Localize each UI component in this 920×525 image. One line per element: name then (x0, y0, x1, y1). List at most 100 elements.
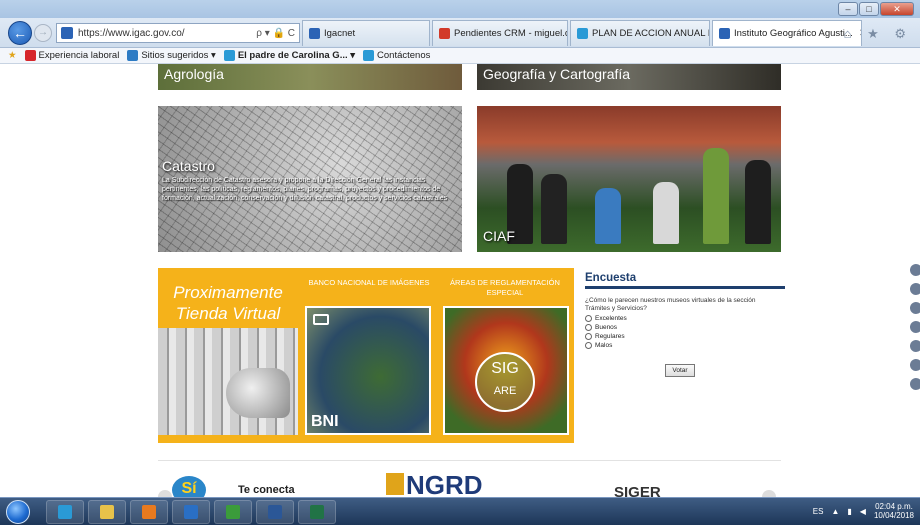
hand-image (226, 368, 290, 418)
carousel-prev-icon[interactable] (158, 490, 172, 497)
tab-igacnet[interactable]: Igacnet (302, 20, 430, 46)
tienda-virtual-promo[interactable]: Proximamente Tienda Virtual (158, 268, 298, 443)
tab-favicon-icon (439, 28, 450, 39)
poll-widget: Encuesta ¿Cómo le parecen nuestros museo… (585, 272, 785, 377)
clock-time: 02:04 p.m. (875, 502, 913, 511)
favorites-star-icon[interactable]: ★ (8, 50, 17, 61)
sig-are-logo: SIG ARE (475, 352, 535, 412)
ngrd-logo[interactable]: NGRD (386, 470, 483, 497)
page-content: Agrología Geografía y Cartografía Catast… (0, 64, 920, 497)
tab-favicon-icon (309, 28, 320, 39)
are-text: ARE (493, 385, 517, 397)
poll-option[interactable]: Malos (585, 342, 785, 349)
taskbar-file-explorer[interactable] (88, 500, 126, 524)
poll-option-label: Malos (595, 342, 613, 349)
bni-label: BNI (311, 413, 339, 430)
taskbar-excel[interactable] (298, 500, 336, 524)
tab-instituto-geografico[interactable]: Instituto Geográfico Agusti... ✕ (712, 20, 862, 46)
folder-icon (100, 505, 114, 519)
radio-button[interactable] (585, 324, 592, 331)
tab-favicon-icon (577, 28, 588, 39)
maximize-button[interactable]: □ (859, 2, 879, 16)
poll-option-label: Excelentes (595, 315, 627, 322)
si-logo[interactable]: Sí (172, 476, 206, 497)
favorite-icon (24, 50, 36, 61)
radio-button[interactable] (585, 333, 592, 340)
tray-arrow-icon[interactable]: ▲ (831, 507, 839, 516)
ciaf-tile[interactable]: CIAF (477, 106, 781, 252)
favorite-icon (363, 50, 375, 61)
social-icon[interactable] (910, 302, 920, 314)
poll-option[interactable]: Excelentes (585, 315, 785, 322)
minimize-button[interactable]: – (838, 2, 858, 16)
partner-logos: Sí Te conecta NGRD SIGER (158, 466, 781, 497)
poll-option[interactable]: Regulares (585, 333, 785, 340)
social-icon[interactable] (910, 378, 920, 390)
language-indicator[interactable]: ES (813, 507, 824, 516)
url-text[interactable]: https://www.igac.gov.co/ (78, 28, 185, 39)
social-icon[interactable] (910, 321, 920, 333)
browser-toolbar-icons[interactable]: ⌂ ★ ⚙ (844, 26, 912, 42)
siger-logo[interactable]: SIGER (614, 484, 661, 497)
close-window-button[interactable]: ✕ (880, 2, 914, 16)
favorite-experiencia-laboral[interactable]: Experiencia laboral (24, 50, 119, 61)
ngrd-text: NGRD (406, 470, 483, 497)
favorite-contactenos[interactable]: Contáctenos (363, 50, 430, 61)
sig-are-link[interactable]: SIG ARE (443, 306, 569, 435)
start-button[interactable] (6, 500, 30, 524)
system-tray: ES ▲ ▮ ◀ 02:04 p.m. 10/04/2018 (813, 502, 914, 520)
social-icon[interactable] (910, 340, 920, 352)
catastro-tile[interactable]: Catastro La Subdirección de Catastro ase… (158, 106, 462, 252)
favorite-label: El padre de Carolina G... ▾ (237, 50, 356, 61)
radio-button[interactable] (585, 342, 592, 349)
geografia-banner[interactable]: Geografía y Cartografía (477, 64, 781, 90)
favorite-sitios-sugeridos[interactable]: Sitios sugeridos ▾ (127, 50, 216, 61)
forward-button[interactable]: → (34, 24, 52, 42)
tab-crm[interactable]: Pendientes CRM - miguel.colla... (432, 20, 568, 46)
tab-label: Instituto Geográfico Agusti... (734, 28, 853, 39)
person-figure (745, 160, 771, 244)
favorite-padre-carolina[interactable]: El padre de Carolina G... ▾ (223, 50, 356, 61)
social-icon[interactable] (910, 359, 920, 371)
camera-icon (313, 314, 329, 325)
outlook-icon (184, 505, 198, 519)
taskbar-media-player[interactable] (130, 500, 168, 524)
tienda-line2: Tienda Virtual (175, 304, 281, 323)
clock[interactable]: 02:04 p.m. 10/04/2018 (874, 502, 914, 520)
te-conecta-text[interactable]: Te conecta (238, 484, 295, 496)
tab-strip: Igacnet Pendientes CRM - miguel.colla...… (302, 20, 862, 46)
ciaf-title: CIAF (483, 228, 515, 244)
agrologia-banner[interactable]: Agrología (158, 64, 462, 90)
taskbar-outlook[interactable] (172, 500, 210, 524)
screen: – □ ✕ ← → https://www.igac.gov.co/ ρ ▾ 🔒… (0, 0, 920, 525)
taskbar-word[interactable] (256, 500, 294, 524)
bni-header: BANCO NACIONAL DE IMÁGENES (308, 278, 430, 287)
person-figure (595, 188, 621, 244)
carousel-next-icon[interactable] (762, 490, 776, 497)
radio-button[interactable] (585, 315, 592, 322)
vote-button[interactable]: Votar (665, 364, 695, 377)
tienda-virtual-title: Proximamente Tienda Virtual (158, 282, 298, 324)
back-button[interactable]: ← (8, 21, 32, 45)
tab-label: Pendientes CRM - miguel.colla... (454, 28, 567, 39)
lync-icon (226, 505, 240, 519)
catastro-title: Catastro (162, 158, 215, 174)
address-bar[interactable]: https://www.igac.gov.co/ ρ ▾ 🔒 C (56, 23, 300, 43)
bni-link[interactable]: BNI (305, 306, 431, 435)
social-icon[interactable] (910, 264, 920, 276)
section-divider (158, 460, 781, 461)
tab-plan-accion[interactable]: PLAN DE ACCION ANUAL IGA... (570, 20, 710, 46)
taskbar-lync[interactable] (214, 500, 252, 524)
window-titlebar: – □ ✕ (0, 0, 920, 18)
catastro-description: La Subdirección de Catastro asesora y pr… (162, 177, 448, 202)
person-figure (541, 174, 567, 244)
volume-icon[interactable]: ◀ (860, 507, 866, 516)
taskbar-internet-explorer[interactable] (46, 500, 84, 524)
social-icon[interactable] (910, 283, 920, 295)
site-favicon-icon (61, 27, 73, 39)
poll-option[interactable]: Buenos (585, 324, 785, 331)
clock-date: 10/04/2018 (873, 511, 914, 520)
favorite-label: Sitios sugeridos ▾ (141, 50, 216, 61)
network-icon[interactable]: ▮ (847, 507, 851, 516)
address-tools[interactable]: ρ ▾ 🔒 C (256, 28, 295, 39)
